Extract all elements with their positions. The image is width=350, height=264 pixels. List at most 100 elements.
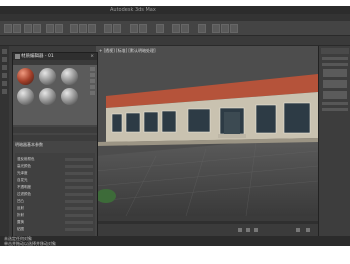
play-icon[interactable] [246, 228, 250, 232]
viewport-label[interactable]: + [透视] [标准] [默认明暗处理] [99, 48, 156, 54]
command-panel [318, 46, 350, 246]
param-label: 凹凸 [17, 199, 24, 203]
sample-tools [90, 65, 96, 125]
param-label: 贴图 [17, 227, 24, 231]
move-icon[interactable] [70, 24, 78, 33]
param-row[interactable]: 置换 [15, 220, 95, 225]
panel-button[interactable] [323, 91, 347, 99]
align-icon[interactable] [139, 24, 147, 33]
sample-slot[interactable] [39, 88, 56, 105]
options-icon[interactable] [90, 91, 95, 95]
param-row[interactable]: 折射 [15, 213, 95, 218]
angle-snap-icon[interactable] [113, 24, 121, 33]
render-icon[interactable] [230, 24, 238, 33]
param-value[interactable] [65, 179, 93, 182]
close-button[interactable]: × [90, 53, 94, 60]
tool-icon[interactable] [2, 89, 7, 94]
parameter-list: 漫反射颜色 高光颜色 光泽度 自发光 不透明度 过滤颜色 凹凸 反射 折射 置换… [15, 153, 95, 237]
sample-slot[interactable] [39, 68, 56, 85]
param-label: 高光颜色 [17, 164, 31, 168]
param-row[interactable]: 自发光 [15, 178, 95, 183]
param-value[interactable] [65, 186, 93, 189]
param-row[interactable]: 贴图 [15, 227, 95, 232]
next-frame-icon[interactable] [254, 228, 258, 232]
rotate-icon[interactable] [79, 24, 87, 33]
param-label: 光泽度 [17, 171, 28, 175]
param-value[interactable] [65, 207, 93, 210]
param-label: 反射 [17, 206, 24, 210]
prev-frame-icon[interactable] [238, 228, 242, 232]
param-row[interactable]: 光泽度 [15, 171, 95, 176]
panel-button[interactable] [323, 80, 347, 88]
param-row[interactable]: 凹凸 [15, 199, 95, 204]
param-row[interactable]: 高光颜色 [15, 164, 95, 169]
param-label: 不透明度 [17, 185, 31, 189]
param-value[interactable] [65, 228, 93, 231]
background-icon[interactable] [90, 73, 95, 77]
grass-patch [96, 189, 116, 203]
select-icon[interactable] [46, 24, 54, 33]
uv-tiling-icon[interactable] [90, 79, 95, 83]
param-row[interactable]: 反射 [15, 206, 95, 211]
param-row[interactable]: 不透明度 [15, 185, 95, 190]
pan-icon[interactable] [306, 228, 310, 232]
param-value[interactable] [65, 165, 93, 168]
schematic-icon[interactable] [181, 24, 189, 33]
app-icon [15, 54, 20, 59]
title-bar: Autodesk 3ds Max [0, 6, 350, 14]
panel-row [322, 102, 348, 105]
tool-icon[interactable] [2, 49, 7, 54]
panel-row [322, 108, 348, 111]
backlight-icon[interactable] [90, 67, 95, 71]
zoom-icon[interactable] [296, 228, 300, 232]
select-region-icon[interactable] [55, 24, 63, 33]
material-editor-titlebar[interactable]: 材质编辑器 - 01 × [13, 53, 97, 60]
material-editor-title: 材质编辑器 - 01 [21, 54, 54, 59]
material-editor-window: 材质编辑器 - 01 × 明暗器基本参数 漫反射颜色 高光颜色 光泽度 自发光 … [12, 52, 98, 244]
command-panel-tabs[interactable] [321, 48, 349, 54]
param-value[interactable] [65, 200, 93, 203]
section-header[interactable]: 明暗器基本参数 [13, 141, 97, 148]
link-icon[interactable] [24, 24, 32, 33]
snap-icon[interactable] [104, 24, 112, 33]
timeline[interactable] [96, 216, 318, 236]
panel-button[interactable] [323, 69, 347, 77]
tool-icon[interactable] [2, 81, 7, 86]
sample-slot[interactable] [61, 88, 78, 105]
param-row[interactable]: 过滤颜色 [15, 192, 95, 197]
param-label: 折射 [17, 213, 24, 217]
time-slider[interactable] [96, 221, 318, 224]
render-setup-icon[interactable] [212, 24, 220, 33]
redo-icon[interactable] [13, 24, 21, 33]
panel-row [322, 57, 348, 60]
param-value[interactable] [65, 214, 93, 217]
sample-slot[interactable] [17, 68, 34, 85]
material-editor-icon[interactable] [198, 24, 206, 33]
video-check-icon[interactable] [90, 85, 95, 89]
layer-icon[interactable] [156, 24, 164, 33]
undo-icon[interactable] [4, 24, 12, 33]
sample-slot[interactable] [17, 88, 34, 105]
status-prompt: 单击并拖动以选择并移动对象 [4, 241, 56, 246]
scale-icon[interactable] [88, 24, 96, 33]
render-frame-icon[interactable] [221, 24, 229, 33]
curve-editor-icon[interactable] [172, 24, 180, 33]
perspective-viewport[interactable]: + [透视] [标准] [默认明暗处理] [96, 46, 318, 216]
material-toolbar[interactable] [13, 127, 97, 133]
param-label: 过滤颜色 [17, 192, 31, 196]
app-window: Autodesk 3ds Max 文件编辑工具组视图创建修改器动画图形编辑器渲染… [0, 6, 350, 246]
param-value[interactable] [65, 158, 93, 161]
tool-icon[interactable] [2, 57, 7, 62]
main-toolbar [0, 21, 350, 36]
param-row[interactable]: 漫反射颜色 [15, 157, 95, 162]
param-value[interactable] [65, 172, 93, 175]
unlink-icon[interactable] [33, 24, 41, 33]
param-label: 自发光 [17, 178, 28, 182]
mirror-icon[interactable] [130, 24, 138, 33]
ribbon-bar [0, 36, 350, 46]
param-value[interactable] [65, 193, 93, 196]
sample-slot[interactable] [61, 68, 78, 85]
tool-icon[interactable] [2, 73, 7, 78]
param-value[interactable] [65, 221, 93, 224]
tool-icon[interactable] [2, 65, 7, 70]
